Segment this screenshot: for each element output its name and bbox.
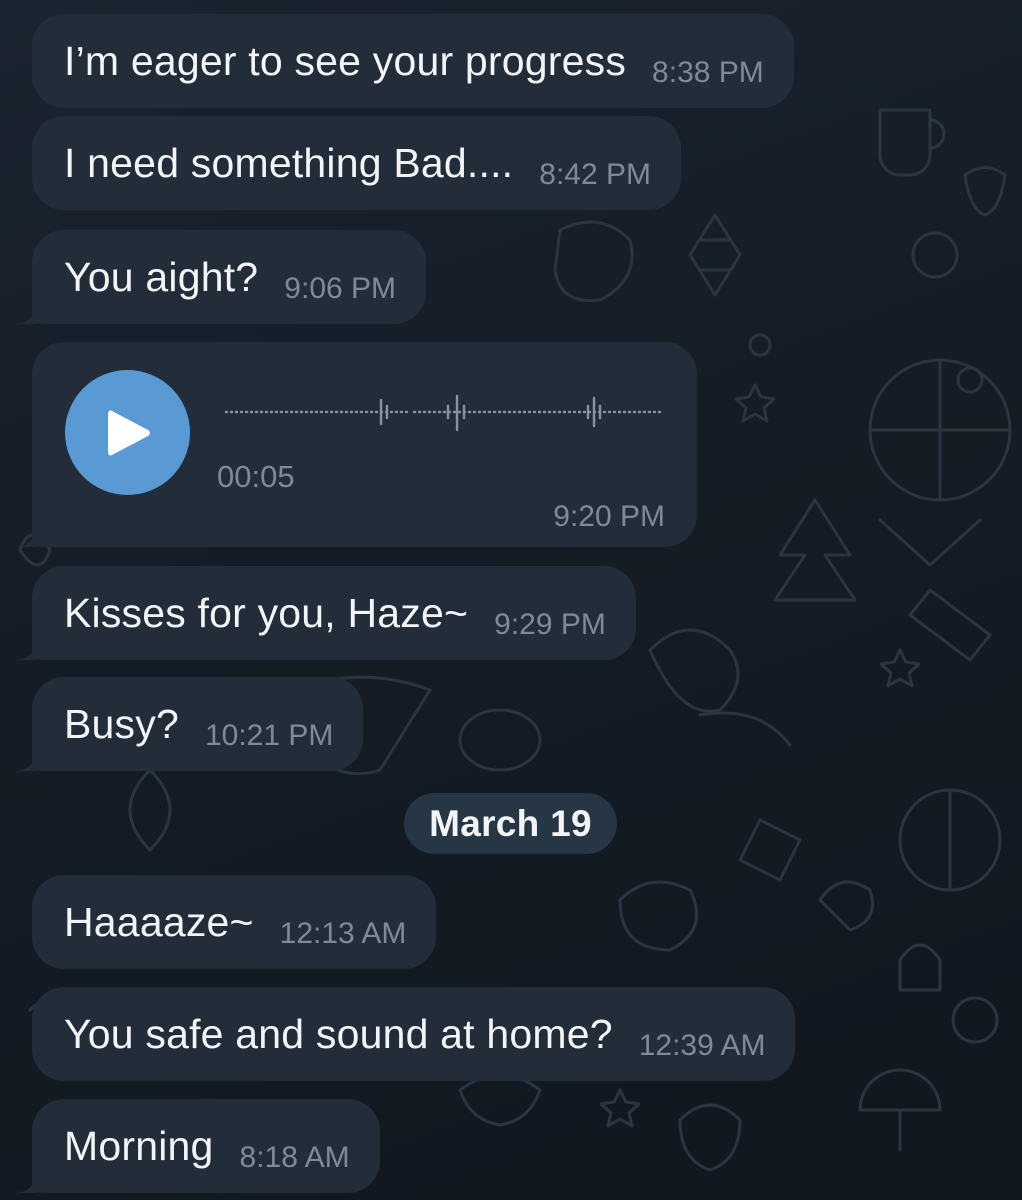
voice-message-bubble[interactable]: 00:05 9:20 PM [17, 342, 697, 547]
message-time: 10:21 PM [204, 719, 334, 752]
voice-waveform[interactable] [224, 392, 664, 432]
message-text: Morning [64, 1122, 214, 1169]
message-time: 8:38 PM [652, 56, 764, 89]
message-text: I need something Bad.... [64, 139, 514, 186]
message-bubble[interactable]: You aight? 9:06 PM [16, 230, 427, 324]
message-list[interactable]: I’m eager to see your progress 8:38 PM I… [0, 0, 1022, 1200]
message-text: Busy? [64, 700, 179, 747]
message-text: You safe and sound at home? [64, 1010, 613, 1057]
message-bubble[interactable]: Busy? 10:21 PM [16, 677, 364, 771]
message-time: 9:20 PM [553, 500, 665, 533]
play-icon [107, 410, 150, 455]
message-bubble[interactable]: I need something Bad.... 8:42 PM [32, 116, 681, 210]
message-text: I’m eager to see your progress [64, 37, 627, 84]
message-bubble[interactable]: Haaaaze~ 12:13 AM [32, 875, 437, 969]
message-time: 9:06 PM [284, 272, 397, 305]
message-bubble[interactable]: I’m eager to see your progress 8:38 PM [32, 14, 794, 108]
message-time: 9:29 PM [494, 608, 606, 641]
message-time: 8:42 PM [539, 158, 651, 191]
message-text: Kisses for you, Haze~ [64, 589, 469, 636]
message-time: 12:13 AM [279, 917, 407, 950]
message-bubble[interactable]: You safe and sound at home? 12:39 AM [32, 987, 796, 1081]
message-time: 12:39 AM [638, 1029, 766, 1062]
message-bubble[interactable]: Morning 8:18 AM [17, 1099, 380, 1193]
message-bubble[interactable]: Kisses for you, Haze~ 9:29 PM [17, 566, 636, 660]
play-button[interactable] [65, 370, 190, 495]
message-time: 8:18 AM [239, 1141, 350, 1174]
message-text: You aight? [64, 253, 259, 300]
message-text: Haaaaze~ [64, 898, 254, 945]
date-separator: March 19 [404, 793, 617, 854]
voice-duration: 00:05 [217, 459, 295, 494]
